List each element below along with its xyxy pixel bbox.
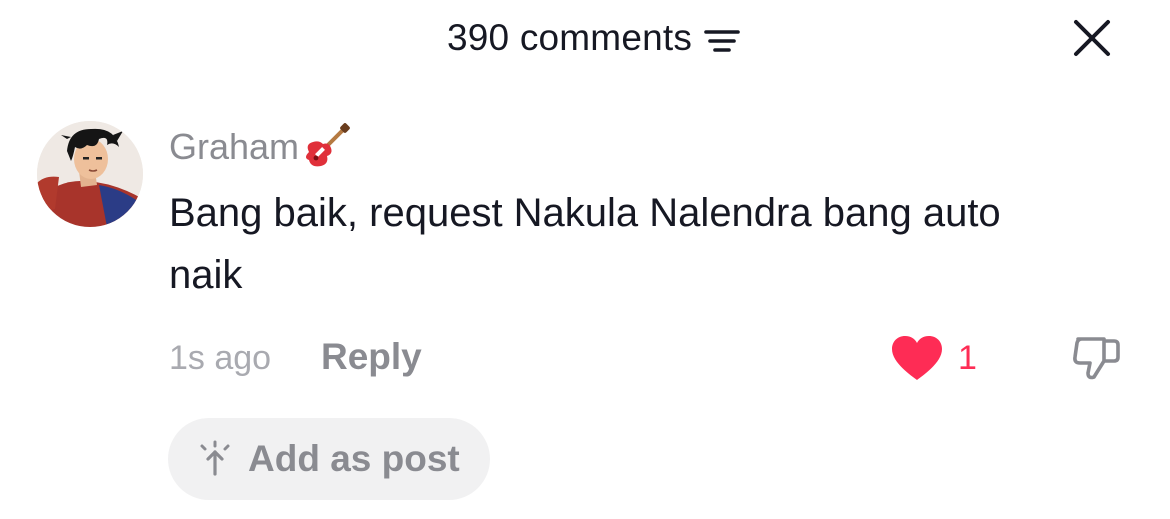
add-as-post-button[interactable]: Add as post: [168, 418, 490, 500]
comments-header: 390 comments: [0, 0, 1170, 80]
upload-burst-icon: [196, 440, 234, 478]
dislike-button[interactable]: [1068, 330, 1124, 386]
comment-text: Bang baik, request Nakula Nalendra bang …: [169, 191, 1001, 297]
comments-title: 390 comments: [447, 14, 740, 62]
reply-button[interactable]: Reply: [321, 334, 422, 380]
like-button[interactable]: 1: [890, 330, 977, 386]
comment-timestamp: 1s ago: [169, 339, 272, 377]
comment-username[interactable]: Graham: [169, 122, 351, 172]
username-text: Graham: [169, 126, 300, 167]
close-icon: [1074, 20, 1110, 56]
close-button[interactable]: [1068, 14, 1116, 62]
avatar[interactable]: [37, 121, 143, 227]
guitar-icon: [301, 122, 351, 172]
sort-lines-icon[interactable]: [704, 23, 740, 53]
add-as-post-label: Add as post: [248, 438, 460, 479]
heart-icon: [892, 336, 942, 380]
comments-count-label: 390 comments: [447, 17, 693, 58]
thumbs-down-icon: [1073, 337, 1120, 380]
like-count: 1: [958, 338, 977, 377]
